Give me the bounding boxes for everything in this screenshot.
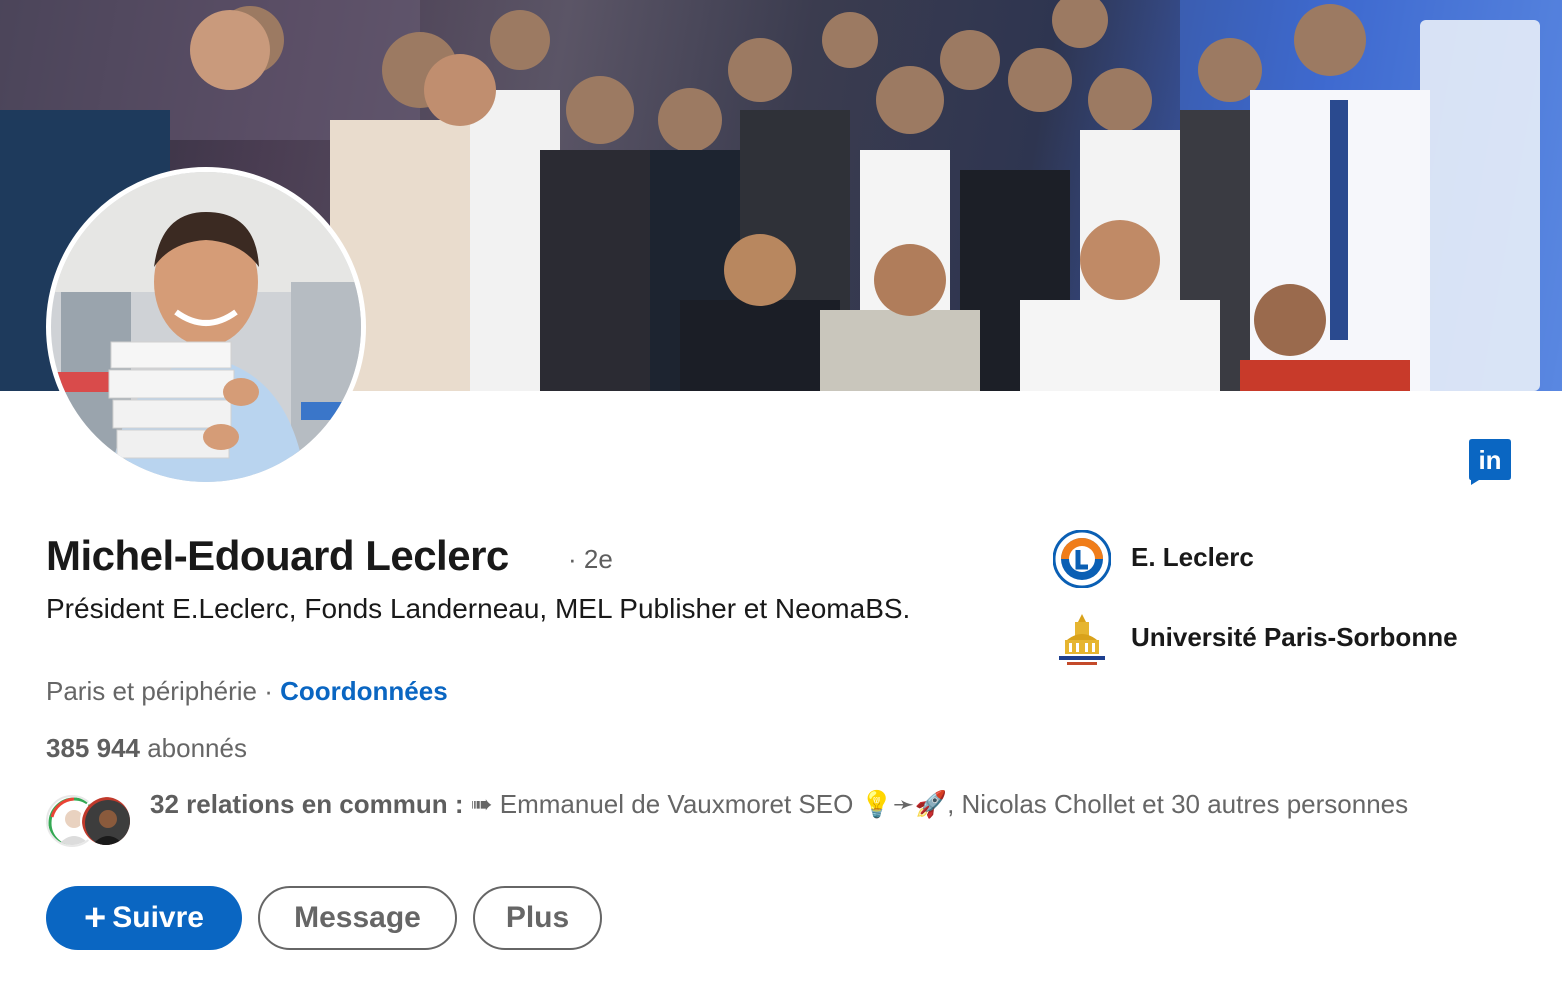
- svg-text:in: in: [1478, 445, 1501, 475]
- org-item-sorbonne[interactable]: Université Paris-Sorbonne: [1053, 610, 1533, 670]
- org-item-leclerc[interactable]: E. Leclerc: [1052, 529, 1533, 590]
- followers-label: abonnés: [139, 733, 247, 763]
- leclerc-logo-icon: [1052, 529, 1112, 589]
- location-line: Paris et périphérie · Coordonnées: [46, 676, 448, 707]
- profile-card: in Michel-Edouard Leclerc · 2e Président…: [0, 0, 1562, 998]
- mutual-names: ➠ Emmanuel de Vauxmoret SEO 💡➛🚀, Nicolas…: [463, 789, 1409, 819]
- connection-degree: · 2e: [568, 544, 613, 574]
- location-separator: ·: [257, 676, 281, 706]
- avatar-photo-icon: [51, 172, 361, 482]
- profile-headline: Président E.Leclerc, Fonds Landerneau, M…: [46, 593, 911, 624]
- mutual-connections-text[interactable]: 32 relations en commun : ➠ Emmanuel de V…: [150, 784, 1440, 824]
- mutual-connections-avatars[interactable]: [46, 795, 138, 851]
- contact-info-link[interactable]: Coordonnées: [280, 676, 448, 706]
- profile-avatar[interactable]: [46, 167, 366, 487]
- mutual-avatar-2[interactable]: [80, 795, 132, 847]
- follow-button[interactable]: + Suivre: [46, 886, 242, 950]
- org-name: Université Paris-Sorbonne: [1131, 622, 1458, 652]
- mutual-count: 32 relations en commun :: [150, 789, 464, 819]
- plus-icon: +: [84, 897, 107, 939]
- profile-name: Michel-Edouard Leclerc: [46, 532, 509, 579]
- linkedin-icon[interactable]: in: [1469, 439, 1511, 485]
- followers-number: 385 944: [46, 733, 140, 763]
- more-button[interactable]: Plus: [473, 886, 602, 950]
- sorbonne-logo-icon: [1053, 610, 1111, 668]
- followers-count[interactable]: 385 944 abonnés: [46, 733, 247, 764]
- org-name: E. Leclerc: [1131, 542, 1254, 572]
- location-text: Paris et périphérie: [46, 676, 257, 706]
- follow-label: Suivre: [112, 901, 204, 934]
- message-button[interactable]: Message: [258, 886, 457, 950]
